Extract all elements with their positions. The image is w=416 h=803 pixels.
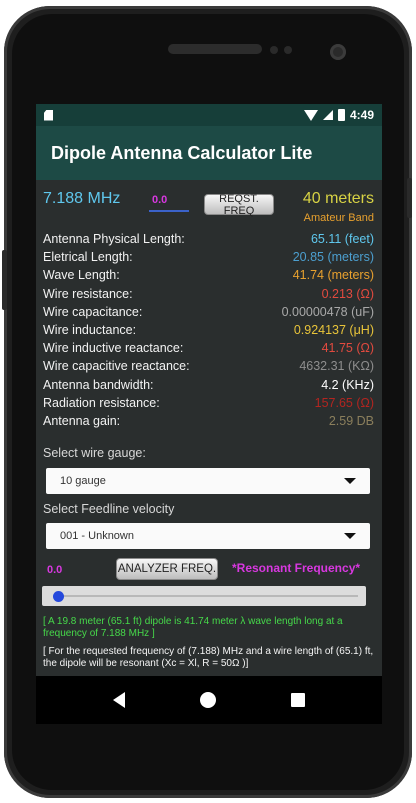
result-value: 20.85 (meters) bbox=[292, 250, 374, 265]
app-bar: Dipole Antenna Calculator Lite bbox=[36, 126, 382, 180]
frequency-input[interactable]: 0.0 bbox=[152, 194, 167, 206]
result-label: Antenna gain: bbox=[43, 414, 121, 428]
result-value: 4632.31 (KΩ) bbox=[299, 359, 374, 374]
result-label: Wave Length: bbox=[43, 268, 120, 283]
result-label: Antenna Physical Length: bbox=[43, 232, 185, 246]
result-value: 41.74 (meters) bbox=[292, 268, 374, 283]
sd-card-icon bbox=[44, 109, 53, 121]
chevron-down-icon bbox=[344, 533, 356, 539]
volume-button bbox=[2, 250, 7, 310]
home-icon[interactable] bbox=[199, 692, 216, 708]
result-value: 0.213 (Ω) bbox=[321, 286, 374, 301]
result-label: Wire inductive reactance: bbox=[43, 341, 184, 356]
result-value: 157.65 (Ω) bbox=[314, 395, 374, 410]
front-camera bbox=[330, 44, 346, 60]
result-label: Wire capacitance: bbox=[43, 304, 143, 319]
feedline-velocity-label: Select Feedline velocity bbox=[43, 502, 175, 516]
navigation-bar bbox=[36, 676, 382, 724]
resonant-frequency-label: *Resonant Frequency* bbox=[232, 561, 361, 575]
signal-icon bbox=[322, 110, 333, 120]
slider-thumb[interactable] bbox=[53, 591, 64, 602]
band-label: 40 meters bbox=[302, 190, 374, 207]
analyzer-slider[interactable] bbox=[42, 586, 366, 606]
frequency-display[interactable]: 7.188 MHz bbox=[43, 190, 120, 208]
frequency-input-underline bbox=[149, 210, 189, 212]
power-button bbox=[407, 178, 412, 218]
proximity-sensor bbox=[270, 46, 278, 54]
wire-gauge-label: Select wire gauge: bbox=[43, 446, 146, 460]
feedline-velocity-value: 001 - Unknown bbox=[60, 530, 134, 542]
result-label: Wire inductance: bbox=[43, 323, 137, 337]
result-value: 4.2 (KHz) bbox=[321, 377, 374, 392]
resonance-note: [ For the requested frequency of (7.188)… bbox=[43, 646, 374, 669]
clock: 4:49 bbox=[349, 108, 374, 122]
band-type: Amateur Band bbox=[303, 212, 374, 224]
result-label: Eletrical Length: bbox=[43, 250, 133, 265]
result-value: 0.924137 (μH) bbox=[293, 323, 374, 337]
result-label: Wire capacitive reactance: bbox=[43, 359, 190, 374]
chevron-down-icon bbox=[344, 478, 356, 484]
status-icons: 4:49 bbox=[303, 108, 374, 122]
request-frequency-button[interactable]: REQST. FREQ bbox=[204, 193, 274, 217]
analyzer-value: 0.0 bbox=[47, 564, 63, 576]
result-label: Antenna bandwidth: bbox=[43, 377, 154, 392]
feedline-velocity-select[interactable]: 001 - Unknown bbox=[46, 523, 370, 549]
result-value: 41.75 (Ω) bbox=[321, 341, 374, 356]
app-screen: 4:49 Dipole Antenna Calculator Lite 7.18… bbox=[36, 104, 382, 724]
light-sensor bbox=[284, 46, 292, 54]
wire-gauge-select[interactable]: 10 gauge bbox=[46, 468, 370, 494]
result-label: Wire resistance: bbox=[43, 286, 133, 301]
wire-gauge-value: 10 gauge bbox=[60, 475, 106, 487]
recent-apps-icon[interactable] bbox=[290, 693, 305, 707]
slider-track bbox=[56, 595, 358, 597]
dipole-summary-note: [ A 19.8 meter (65.1 ft) dipole is 41.74… bbox=[43, 616, 343, 639]
app-title: Dipole Antenna Calculator Lite bbox=[51, 142, 313, 163]
wifi-icon bbox=[303, 109, 318, 121]
result-value: 2.59 DB bbox=[328, 414, 374, 428]
status-bar: 4:49 bbox=[36, 104, 382, 126]
battery-icon bbox=[337, 109, 345, 121]
result-value: 65.11 (feet) bbox=[310, 232, 374, 246]
back-icon[interactable] bbox=[113, 692, 126, 708]
result-value: 0.00000478 (uF) bbox=[281, 304, 374, 319]
analyzer-frequency-button[interactable]: ANALYZER FREQ. bbox=[116, 558, 218, 580]
earpiece-speaker bbox=[168, 44, 262, 54]
result-label: Radiation resistance: bbox=[43, 395, 160, 410]
